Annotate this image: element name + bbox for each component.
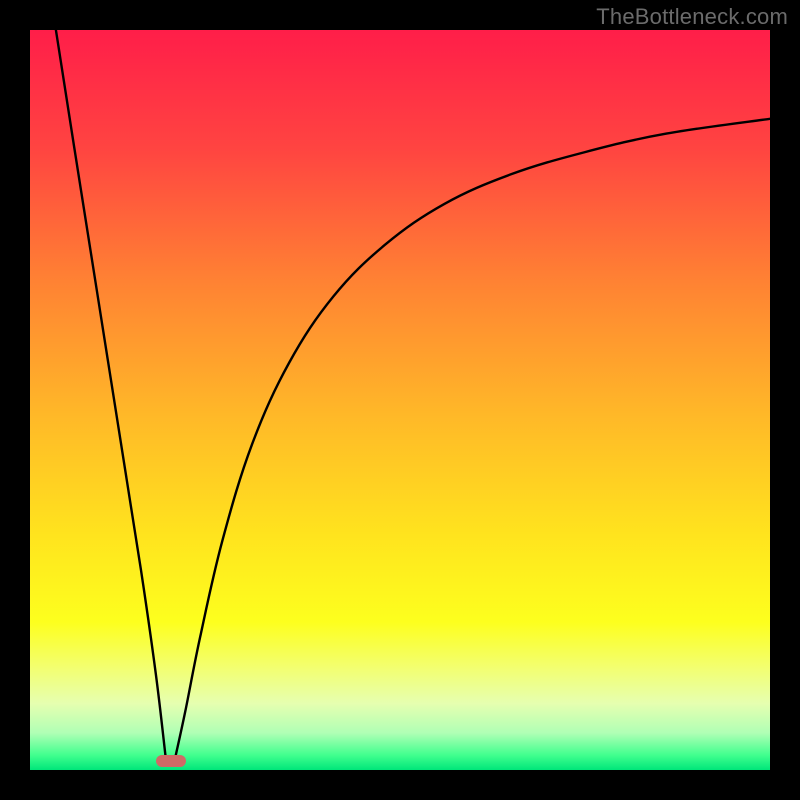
bottleneck-curve [30,30,770,770]
optimal-point-marker [156,755,186,767]
watermark-text: TheBottleneck.com [596,4,788,30]
chart-frame: { "watermark": "TheBottleneck.com", "col… [0,0,800,800]
plot-area [30,30,770,770]
